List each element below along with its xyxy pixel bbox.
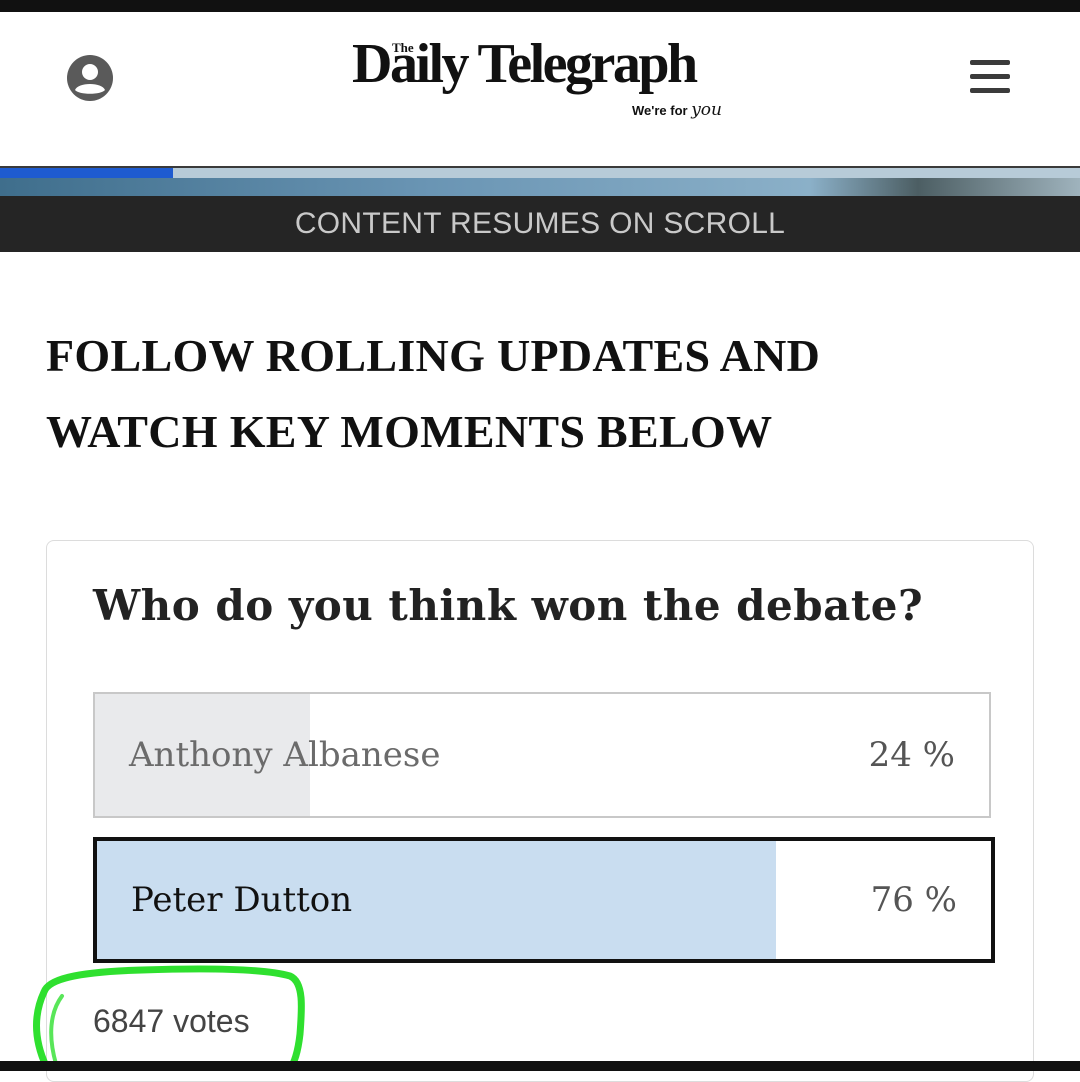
headline-line-1: FOLLOW ROLLING UPDATES AND bbox=[46, 330, 821, 381]
menu-button[interactable] bbox=[968, 58, 1012, 96]
tagline-prefix: We're for bbox=[631, 103, 688, 118]
poll-option-percent: 24 % bbox=[868, 735, 955, 775]
poll-option-label: Anthony Albanese bbox=[129, 735, 441, 775]
account-button[interactable] bbox=[66, 54, 114, 102]
logo-tagline: We're for you bbox=[632, 100, 722, 120]
headline-line-2: WATCH KEY MOMENTS BELOW bbox=[46, 406, 773, 457]
poll-card: Who do you think won the debate? Anthony… bbox=[46, 540, 1034, 1082]
poll-option-label: Peter Dutton bbox=[131, 880, 353, 920]
status-bar bbox=[0, 0, 1080, 12]
poll-option-albanese[interactable]: Anthony Albanese 24 % bbox=[93, 692, 991, 818]
hero-image-strip bbox=[0, 168, 1080, 196]
poll-option-percent: 76 % bbox=[870, 880, 957, 920]
content-resumes-banner: CONTENT RESUMES ON SCROLL bbox=[0, 196, 1080, 252]
site-header: The Daily Telegraph We're for you bbox=[0, 12, 1080, 168]
reading-progress-track bbox=[173, 168, 1080, 178]
poll-vote-count: 6847 votes bbox=[93, 1003, 250, 1039]
user-circle-icon bbox=[67, 55, 113, 101]
reading-progress-bar bbox=[0, 168, 173, 178]
site-logo[interactable]: The Daily Telegraph We're for you bbox=[352, 26, 722, 136]
logo-wordmark: Daily Telegraph bbox=[352, 33, 698, 95]
poll-option-dutton[interactable]: Peter Dutton 76 % bbox=[93, 837, 995, 963]
poll-question: Who do you think won the debate? bbox=[93, 581, 924, 630]
tagline-script: you bbox=[691, 100, 722, 120]
nav-bar-edge bbox=[0, 1061, 1080, 1071]
article-headline: FOLLOW ROLLING UPDATES AND WATCH KEY MOM… bbox=[46, 318, 946, 470]
